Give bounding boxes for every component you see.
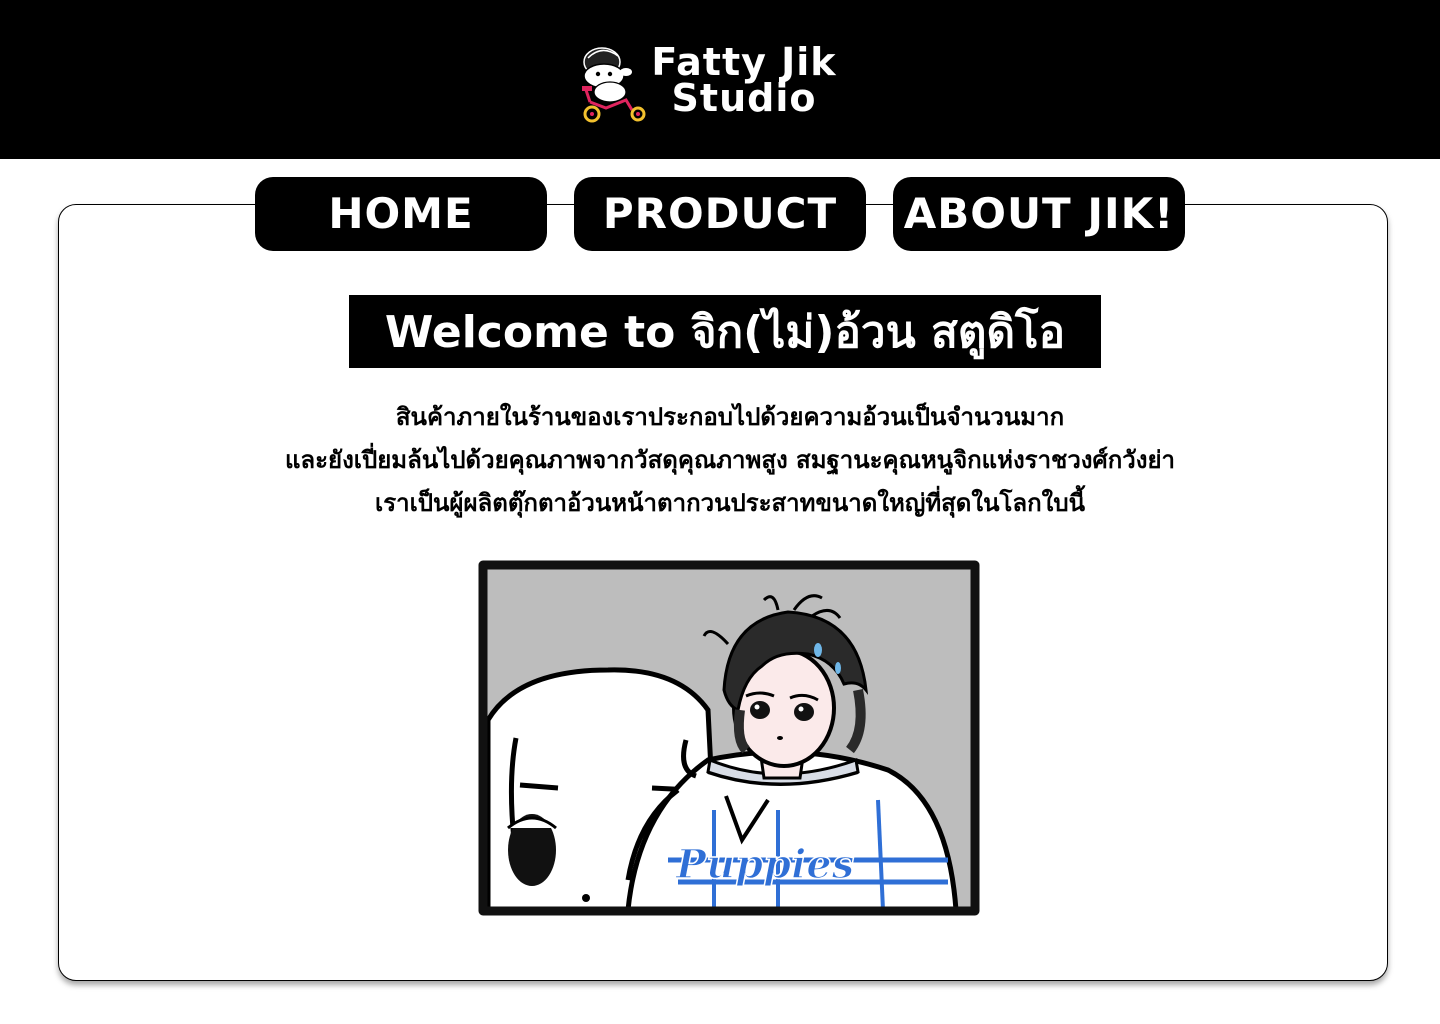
description-line: สินค้าภายในร้านของเราประกอบไปด้วยความอ้ว… — [395, 403, 1065, 431]
nav-product-button[interactable]: PRODUCT — [574, 177, 866, 251]
page-title: Welcome to จิก(ไม่)อ้วน สตูดิโอ — [349, 295, 1101, 368]
comic-illustration: Puppies — [478, 560, 980, 916]
nav-about-button[interactable]: ABOUT JIK! — [893, 177, 1185, 251]
description-line: และยังเปี่ยมล้นไปด้วยคุณภาพจากวัสดุคุณภา… — [284, 446, 1176, 474]
brand-logo[interactable]: Fatty Jik Studio — [574, 40, 854, 130]
nav-home-button[interactable]: HOME — [255, 177, 547, 251]
shop-description: สินค้าภายในร้านของเราประกอบไปด้วยความอ้ว… — [160, 396, 1300, 525]
mascot-on-tricycle-icon — [582, 47, 646, 123]
site-header: Fatty Jik Studio — [0, 0, 1440, 159]
brand-name: Fatty Jik Studio — [644, 40, 844, 120]
jersey-lettering: Puppies — [675, 841, 854, 888]
brand-name-line1: Fatty Jik — [651, 40, 837, 84]
description-line: เราเป็นผู้ผลิตตุ๊กตาอ้วนหน้าตากวนประสาทข… — [375, 489, 1085, 517]
brand-name-line2: Studio — [671, 76, 817, 120]
